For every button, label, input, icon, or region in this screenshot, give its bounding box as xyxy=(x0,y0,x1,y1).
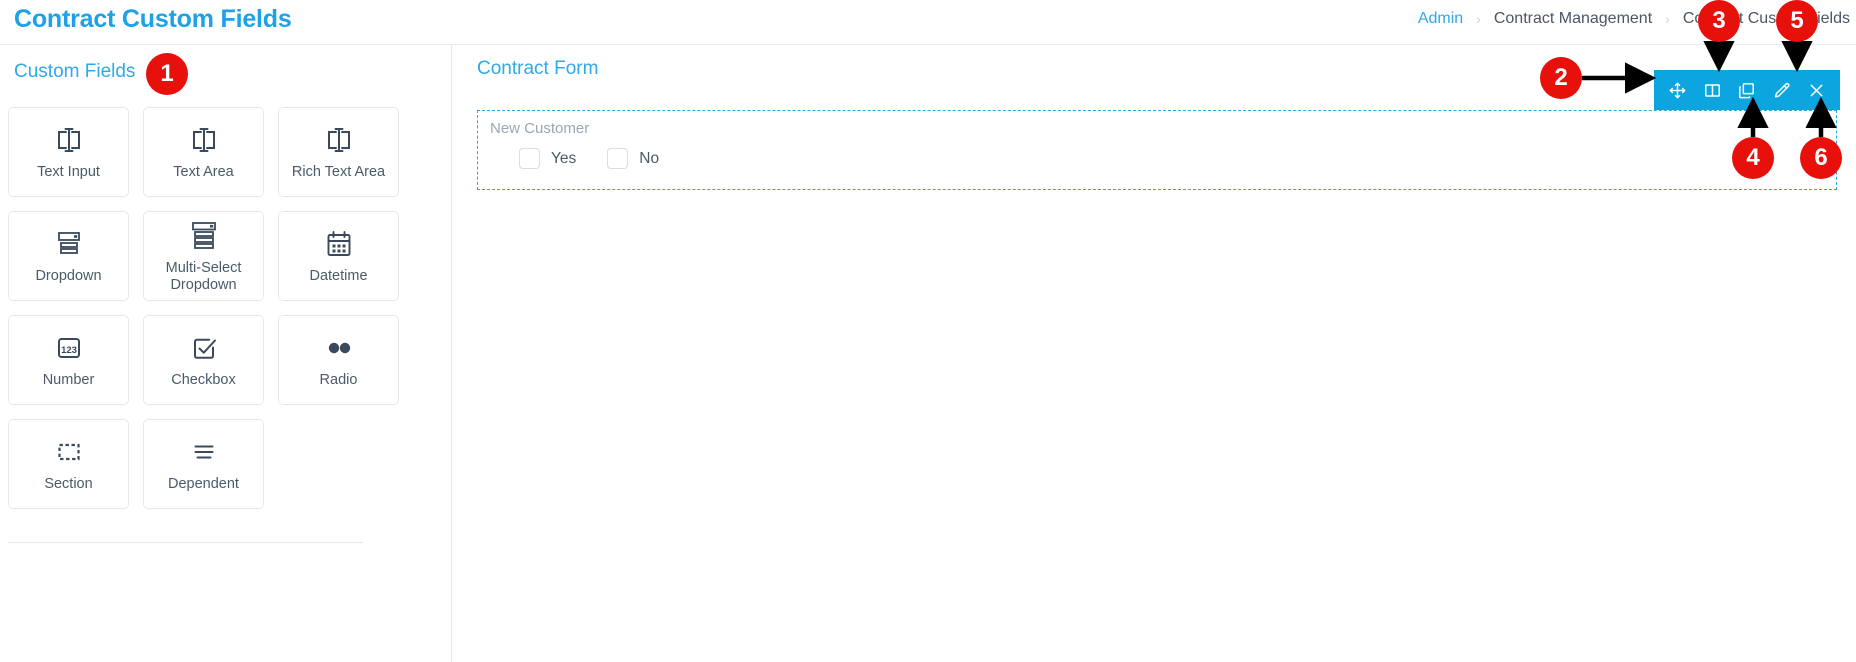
close-x-icon[interactable] xyxy=(1802,75,1832,105)
dependent-lines-icon xyxy=(187,434,221,470)
palette-card-label: Dropdown xyxy=(35,268,102,285)
columns-icon[interactable] xyxy=(1697,75,1727,105)
palette-card-label: Section xyxy=(44,476,93,493)
custom-fields-heading: Custom Fields xyxy=(14,61,136,82)
palette-card-label: Checkbox xyxy=(171,372,236,389)
palette-card-label: Rich Text Area xyxy=(291,164,386,181)
breadcrumb: Admin › Contract Management › Contract C… xyxy=(1418,10,1850,28)
breadcrumb-item-contract-custom-fields: Contract Custom Fields xyxy=(1682,10,1850,27)
edit-pencil-icon[interactable] xyxy=(1767,75,1797,105)
custom-fields-panel: Custom Fields Text Input Text Area Rich … xyxy=(0,45,452,662)
palette-card-dependent[interactable]: Dependent xyxy=(143,419,264,509)
page-title: Contract Custom Fields xyxy=(14,5,292,33)
field-options: Yes No xyxy=(519,148,679,169)
checkbox-no[interactable] xyxy=(607,148,629,169)
calendar-icon xyxy=(322,226,356,262)
chevron-right-icon: › xyxy=(1665,11,1670,27)
checkbox-yes-label: Yes xyxy=(551,149,577,167)
chevron-right-icon: › xyxy=(1476,11,1481,27)
top-bar: Contract Custom Fields Admin › Contract … xyxy=(0,0,1856,45)
section-dashed-icon xyxy=(52,434,86,470)
panel-divider xyxy=(8,542,363,543)
checkbox-no-label: No xyxy=(639,149,660,167)
multi-select-dropdown-icon xyxy=(187,218,221,254)
palette-card-number[interactable]: 123 Number xyxy=(8,315,129,405)
form-field-new-customer[interactable]: New Customer Yes No xyxy=(477,110,1837,190)
breadcrumb-item-admin[interactable]: Admin xyxy=(1418,10,1463,28)
checkbox-icon xyxy=(187,330,221,366)
palette-card-label: Dependent xyxy=(168,476,239,493)
palette-card-text-area[interactable]: Text Area xyxy=(143,107,264,197)
rich-text-area-icon xyxy=(322,122,356,158)
dropdown-icon xyxy=(52,226,86,262)
breadcrumb-item-contract-management[interactable]: Contract Management xyxy=(1494,10,1652,28)
palette-card-label: Radio xyxy=(319,372,358,389)
field-label: New Customer xyxy=(490,120,590,137)
number-123-icon: 123 xyxy=(52,330,86,366)
palette-card-multi-select-dropdown[interactable]: Multi-Select Dropdown xyxy=(143,211,264,301)
palette-card-checkbox[interactable]: Checkbox xyxy=(143,315,264,405)
palette-card-label: Multi-Select Dropdown xyxy=(165,259,242,293)
form-title: Contract Form xyxy=(477,58,599,79)
checkbox-yes[interactable] xyxy=(519,148,540,169)
palette-card-section[interactable]: Section xyxy=(8,419,129,509)
palette-card-datetime[interactable]: Datetime xyxy=(278,211,399,301)
palette-card-rich-text-area[interactable]: Rich Text Area xyxy=(278,107,399,197)
palette-card-dropdown[interactable]: Dropdown xyxy=(8,211,129,301)
palette-card-label: Text Area xyxy=(173,164,234,181)
palette-card-radio[interactable]: Radio xyxy=(278,315,399,405)
text-area-icon xyxy=(187,122,221,158)
palette-card-text-input[interactable]: Text Input xyxy=(8,107,129,197)
svg-text:123: 123 xyxy=(61,345,77,356)
field-type-palette: Text Input Text Area Rich Text Area Drop… xyxy=(8,107,440,509)
palette-card-label: Text Input xyxy=(37,164,100,181)
text-input-icon xyxy=(52,122,86,158)
radio-icon xyxy=(322,330,356,366)
field-action-toolbar xyxy=(1654,70,1840,110)
move-icon[interactable] xyxy=(1662,75,1692,105)
palette-card-label: Number xyxy=(42,372,95,389)
duplicate-icon[interactable] xyxy=(1732,75,1762,105)
palette-card-label: Datetime xyxy=(309,268,368,285)
form-canvas: Contract Form New Customer Yes No xyxy=(453,45,1856,662)
page-root: Contract Custom Fields Admin › Contract … xyxy=(0,0,1856,662)
